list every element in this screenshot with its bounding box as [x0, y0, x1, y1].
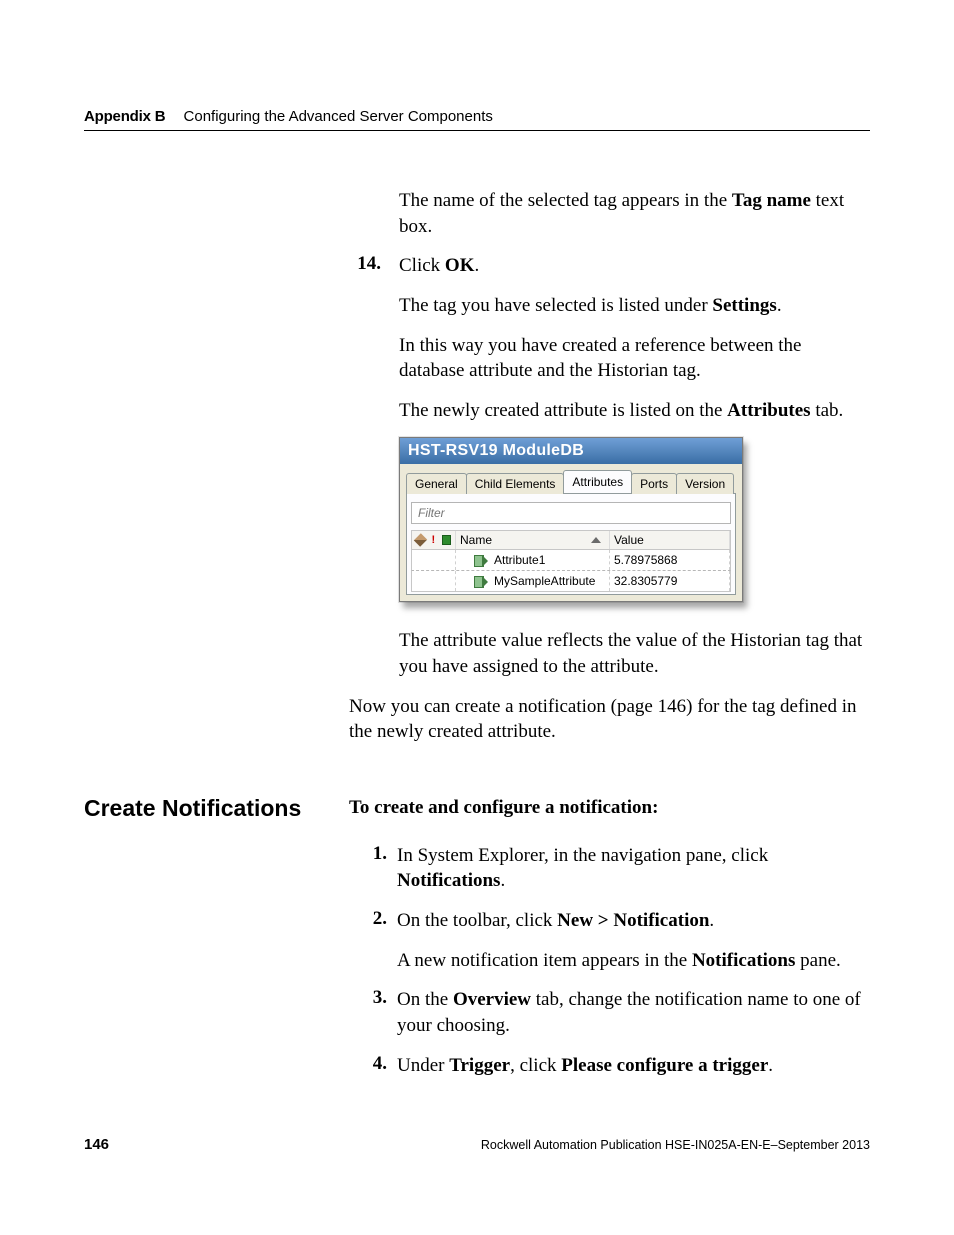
tab-child-elements[interactable]: Child Elements	[466, 473, 565, 494]
section-title: Configuring the Advanced Server Componen…	[184, 108, 493, 125]
body: The name of the selected tag appears in …	[84, 188, 870, 1092]
footer: 146 Rockwell Automation Publication HSE-…	[84, 1136, 870, 1153]
paragraph-settings: The tag you have selected is listed unde…	[399, 293, 870, 319]
grid-header-value[interactable]: Value	[610, 531, 730, 549]
exclamation-icon: !	[429, 535, 438, 545]
box-icon	[442, 535, 451, 545]
bold: Notifications	[692, 950, 795, 971]
step-14: 14. Click OK.	[84, 253, 870, 279]
step-1: 1. In System Explorer, in the navigation…	[364, 843, 870, 894]
text: Click	[399, 255, 445, 276]
text: .	[777, 295, 782, 316]
header-rule	[84, 130, 870, 131]
row-icons	[412, 571, 456, 591]
text: .	[709, 910, 714, 931]
publication-line: Rockwell Automation Publication HSE-IN02…	[481, 1138, 870, 1152]
section-body-col: To create and configure a notification: …	[349, 795, 870, 1092]
tab-attributes[interactable]: Attributes	[563, 470, 632, 493]
tab-ports[interactable]: Ports	[631, 473, 677, 494]
step-number: 2.	[364, 908, 397, 934]
paragraph-now-create: Now you can create a notification (page …	[349, 694, 870, 745]
panel-title: HST-RSV19 ModuleDB	[400, 438, 742, 464]
step-3: 3. On the Overview tab, change the notif…	[364, 987, 870, 1038]
step-text: In System Explorer, in the navigation pa…	[397, 843, 870, 894]
tab-body: ! Name Value Attribute1	[406, 493, 736, 595]
lead-sentence: To create and configure a notification:	[349, 795, 870, 821]
paragraph-attr-value: The attribute value reflects the value o…	[399, 628, 870, 679]
text: The tag you have selected is listed unde…	[399, 295, 712, 316]
moduledb-panel: HST-RSV19 ModuleDB General Child Element…	[399, 437, 743, 602]
section-heading-col: Create Notifications	[84, 795, 349, 1092]
paragraph-tagname: The name of the selected tag appears in …	[399, 188, 870, 239]
page: Appendix B Configuring the Advanced Serv…	[0, 0, 954, 1235]
bold: New > Notification	[557, 910, 709, 931]
text: .	[500, 870, 505, 891]
figure-moduledb: HST-RSV19 ModuleDB General Child Element…	[399, 437, 870, 602]
text: Under	[397, 1055, 449, 1076]
text: The newly created attribute is listed on…	[399, 400, 727, 421]
text: On the toolbar, click	[397, 910, 557, 931]
row-value-cell: 5.78975868	[610, 550, 730, 570]
filter-input[interactable]	[411, 502, 731, 524]
bold: Trigger	[449, 1055, 510, 1076]
paragraph-reference: In this way you have created a reference…	[399, 333, 870, 384]
text: .	[768, 1055, 773, 1076]
step-number: 4.	[364, 1053, 397, 1079]
row-name: MySampleAttribute	[494, 574, 595, 588]
running-header: Appendix B Configuring the Advanced Serv…	[84, 108, 493, 125]
step-number: 14.	[84, 253, 399, 279]
bold: Overview	[453, 989, 531, 1010]
row-icons	[412, 550, 456, 570]
text: On the	[397, 989, 453, 1010]
section-create-notifications: Create Notifications To create and confi…	[84, 795, 870, 1092]
tab-general[interactable]: General	[406, 473, 467, 494]
column-name-label: Name	[460, 533, 492, 547]
paragraph-attributes-tab: The newly created attribute is listed on…	[399, 398, 870, 424]
bold: Notifications	[397, 870, 500, 891]
text: .	[474, 255, 479, 276]
table-row[interactable]: Attribute1 5.78975868	[411, 550, 731, 571]
row-value-cell: 32.8305779	[610, 571, 730, 591]
bold-tagname: Tag name	[732, 190, 811, 211]
tab-bar: General Child Elements Attributes Ports …	[400, 464, 742, 493]
row-name: Attribute1	[494, 553, 545, 567]
row-name-cell: Attribute1	[456, 550, 610, 570]
step-text: On the Overview tab, change the notifica…	[397, 987, 870, 1038]
step-number: 3.	[364, 987, 397, 1038]
sort-ascending-icon	[591, 537, 601, 543]
step-text: Under Trigger, click Please configure a …	[397, 1053, 870, 1079]
step-2: 2. On the toolbar, click New > Notificat…	[364, 908, 870, 934]
appendix-label: Appendix B	[84, 108, 165, 125]
text: A new notification item appears in the	[397, 950, 692, 971]
tag-icon	[474, 555, 488, 565]
pencil-icon	[414, 534, 427, 547]
page-number: 146	[84, 1136, 109, 1153]
grid-header-name[interactable]: Name	[456, 531, 610, 549]
bold: Please configure a trigger	[561, 1055, 768, 1076]
text: tab.	[811, 400, 844, 421]
text: , click	[510, 1055, 561, 1076]
text: In System Explorer, in the navigation pa…	[397, 845, 768, 866]
grid-header-icons: !	[412, 531, 456, 549]
bold-attributes: Attributes	[727, 400, 810, 421]
row-name-cell: MySampleAttribute	[456, 571, 610, 591]
bold-settings: Settings	[712, 295, 776, 316]
text: The name of the selected tag appears in …	[399, 190, 732, 211]
table-row[interactable]: MySampleAttribute 32.8305779	[411, 571, 731, 592]
heading-create-notifications: Create Notifications	[84, 795, 349, 822]
step-4: 4. Under Trigger, click Please configure…	[364, 1053, 870, 1079]
tab-version[interactable]: Version	[676, 473, 734, 494]
step-text: On the toolbar, click New > Notification…	[397, 908, 870, 934]
ordered-list: 1. In System Explorer, in the navigation…	[349, 843, 870, 1078]
step-text: Click OK.	[399, 253, 870, 279]
grid-header: ! Name Value	[411, 530, 731, 550]
tag-icon	[474, 576, 488, 586]
step-2-sub: A new notification item appears in the N…	[397, 948, 870, 974]
step-number: 1.	[364, 843, 397, 894]
text: pane.	[795, 950, 840, 971]
bold-ok: OK	[445, 255, 475, 276]
